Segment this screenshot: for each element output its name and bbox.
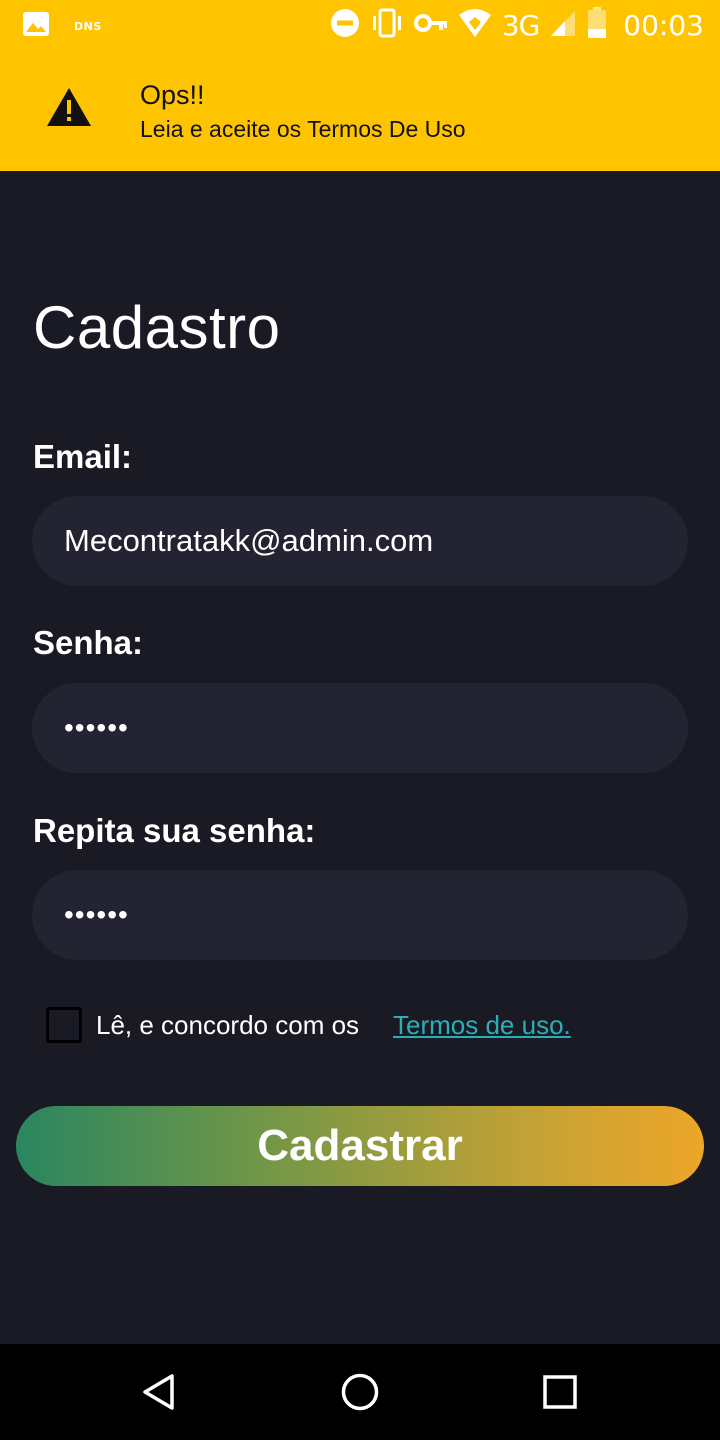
do-not-disturb-icon [330,8,360,43]
warning-icon [46,86,92,133]
recents-icon[interactable] [540,1372,580,1412]
terms-checkbox[interactable] [46,1007,82,1043]
battery-icon [587,6,607,44]
network-type: 3G [501,8,541,42]
toast-title: Ops!! [140,80,205,110]
password-label: Senha: [33,624,144,661]
wifi-icon [458,8,492,43]
navigation-bar [0,1344,720,1440]
terms-label: Lê, e concordo com os [96,1010,360,1040]
dns-label: DNS [74,20,102,33]
email-label: Email: [33,438,133,475]
back-icon[interactable] [140,1372,180,1412]
password-field[interactable] [32,683,688,773]
email-field[interactable] [32,496,688,586]
repeat-password-label: Repita sua senha: [33,812,316,849]
repeat-password-field[interactable] [32,870,688,960]
register-button[interactable]: Cadastrar [16,1106,704,1186]
clock: 00:03 [623,8,704,42]
register-button-label: Cadastrar [257,1121,463,1170]
status-bar: DNS 3G 00:03 [0,0,720,50]
home-icon[interactable] [340,1372,380,1412]
toast-message: Leia e aceite os Termos De Uso [140,116,466,142]
warning-banner: DNS 3G 00:03 Ops!! Leia e aceite os Term… [0,0,720,171]
terms-link[interactable]: Termos de uso. [393,1010,571,1041]
vpn-key-icon [413,13,448,38]
image-icon [22,11,50,42]
vibrate-icon [370,8,404,43]
page-title: Cadastro [33,294,281,361]
signal-icon [549,9,577,42]
